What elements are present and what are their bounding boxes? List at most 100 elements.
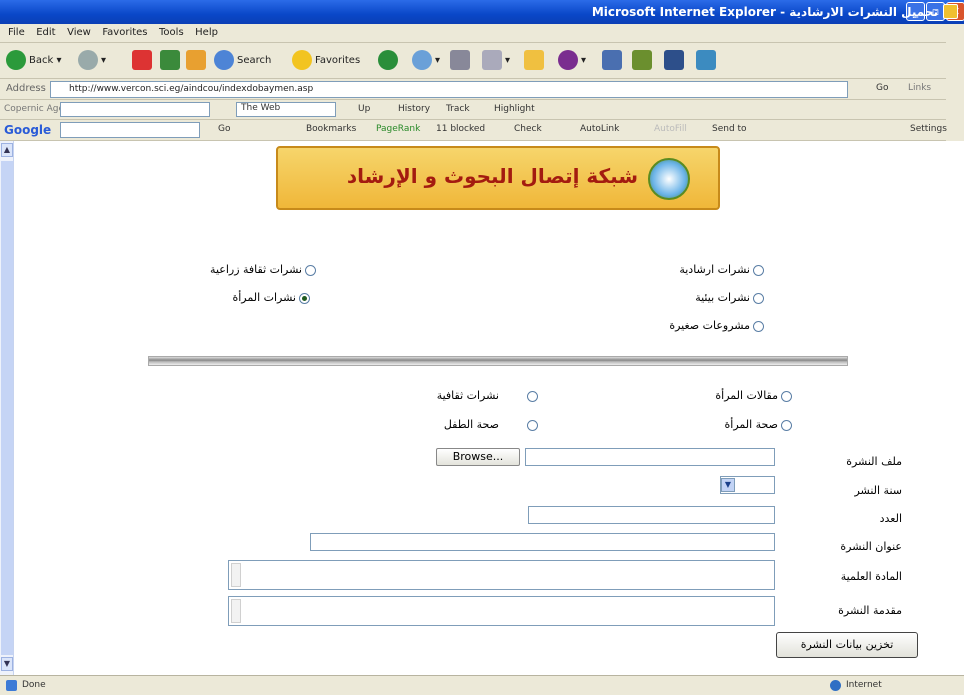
print-button[interactable]	[450, 49, 473, 73]
menu-tools[interactable]: Tools	[159, 27, 184, 38]
track-button[interactable]: Track	[446, 104, 470, 114]
subject-textarea[interactable]	[228, 560, 775, 590]
radio-button[interactable]	[781, 390, 792, 402]
status-bar: Done Internet	[0, 675, 964, 695]
status-text: Done	[22, 680, 46, 690]
media-button[interactable]	[378, 49, 401, 73]
toolbar-extra-icon	[632, 50, 652, 70]
window-title: تحميل النشرات الارشادية - Microsoft Inte…	[591, 5, 938, 19]
save-bulletin-button[interactable]: تخزين بيانات النشرة	[776, 632, 918, 658]
banner-title: شبكة إتصال البحوث و الإرشاد	[346, 164, 638, 188]
stop-icon	[132, 50, 152, 70]
globe-icon	[830, 680, 841, 691]
menu-edit[interactable]: Edit	[36, 27, 55, 38]
radio-button[interactable]	[305, 264, 316, 276]
mail-icon	[412, 50, 432, 70]
issue-number-label: العدد	[879, 512, 902, 525]
tool-button-1[interactable]	[602, 49, 625, 73]
highlight-button[interactable]: Highlight	[494, 104, 535, 114]
textarea-scrollbar[interactable]	[231, 563, 241, 587]
scroll-thumb[interactable]	[1, 161, 13, 655]
edit-button[interactable]: ▾	[482, 49, 510, 73]
category-option[interactable]: نشرات بيئية	[695, 291, 764, 304]
home-button[interactable]	[186, 49, 209, 73]
google-logo: Google	[4, 123, 52, 137]
sendto-button[interactable]: Send to	[712, 124, 747, 134]
mail-button[interactable]: ▾	[412, 49, 440, 73]
radio-button-selected[interactable]	[299, 292, 310, 304]
category-option[interactable]: مشروعات صغيرة	[669, 319, 764, 332]
subcategory-option[interactable]: صحة الطفل	[444, 418, 538, 431]
file-path-input[interactable]	[525, 448, 775, 466]
favorites-button[interactable]: Favorites	[292, 49, 360, 73]
refresh-button[interactable]	[160, 49, 183, 73]
links-button[interactable]: Links	[908, 83, 931, 93]
address-input[interactable]: http://www.vercon.sci.eg/aindcou/indexdo…	[50, 81, 848, 98]
pagerank-indicator: PageRank	[376, 124, 421, 134]
edit-icon	[482, 50, 502, 70]
ie-icon	[943, 4, 958, 19]
go-button[interactable]: Go	[876, 83, 888, 93]
up-button[interactable]: Up	[358, 104, 370, 114]
settings-button[interactable]: Settings	[910, 124, 947, 134]
chevron-down-icon[interactable]: ▼	[721, 478, 735, 492]
bookmarks-button[interactable]: Bookmarks	[306, 124, 356, 134]
year-label: سنة النشر	[854, 484, 902, 497]
scroll-up-arrow-icon[interactable]: ▲	[1, 143, 13, 157]
category-option[interactable]: نشرات ارشادية	[679, 263, 764, 276]
browse-button[interactable]: Browse...	[436, 448, 520, 466]
web-scope-select[interactable]: The Web	[236, 102, 336, 117]
folder-button[interactable]	[524, 49, 547, 73]
title-bar: _ ▫ ✕ تحميل النشرات الارشادية - Microsof…	[0, 0, 964, 24]
spellcheck-button[interactable]: Check	[514, 124, 542, 134]
menu-bar: File Edit View Favorites Tools Help	[0, 24, 946, 43]
autolink-button[interactable]: AutoLink	[580, 124, 619, 134]
section-divider	[148, 356, 848, 366]
menu-help[interactable]: Help	[195, 27, 218, 38]
copernic-search-input[interactable]	[60, 102, 210, 117]
subcategory-option[interactable]: نشرات ثقافية	[437, 389, 538, 402]
stop-button[interactable]	[132, 49, 155, 73]
google-search-input[interactable]	[60, 122, 200, 138]
vertical-scrollbar[interactable]: ▲ ▼	[0, 141, 14, 675]
issue-number-input[interactable]	[528, 506, 775, 524]
radio-button[interactable]	[753, 264, 764, 276]
tool-button-3[interactable]	[664, 49, 687, 73]
bulletin-title-input[interactable]	[310, 533, 775, 551]
intro-textarea[interactable]	[228, 596, 775, 626]
radio-button[interactable]	[753, 292, 764, 304]
refresh-icon	[160, 50, 180, 70]
textarea-scrollbar[interactable]	[231, 599, 241, 623]
back-button[interactable]: Back ▾	[6, 49, 61, 73]
address-bar: Address http://www.vercon.sci.eg/aindcou…	[0, 79, 946, 100]
autofill-button[interactable]: AutoFill	[654, 124, 687, 134]
address-label: Address	[6, 83, 46, 94]
popup-blocker-button[interactable]: 11 blocked	[436, 124, 485, 134]
category-option[interactable]: نشرات ثقافة زراعية	[210, 263, 316, 276]
history-button[interactable]: History	[398, 104, 430, 114]
menu-file[interactable]: File	[8, 27, 25, 38]
search-button[interactable]: Search	[214, 49, 271, 73]
menu-favorites[interactable]: Favorites	[102, 27, 147, 38]
menu-view[interactable]: View	[67, 27, 91, 38]
messenger-button[interactable]: ▾	[558, 49, 586, 73]
scroll-down-arrow-icon[interactable]: ▼	[1, 657, 13, 671]
toolbar-extra-icon	[602, 50, 622, 70]
subcategory-option[interactable]: مقالات المرأة	[715, 389, 792, 402]
back-arrow-icon	[6, 50, 26, 70]
google-go-button[interactable]: Go	[218, 124, 230, 134]
radio-button[interactable]	[753, 320, 764, 332]
home-icon	[186, 50, 206, 70]
tool-button-2[interactable]	[632, 49, 655, 73]
print-icon	[450, 50, 470, 70]
standard-toolbar: Back ▾ ▾ Search Favorites ▾ ▾ ▾	[0, 43, 946, 79]
radio-button[interactable]	[527, 390, 538, 402]
category-option-selected[interactable]: نشرات المرأة	[232, 291, 310, 304]
messenger-icon	[558, 50, 578, 70]
radio-button[interactable]	[781, 419, 792, 431]
radio-button[interactable]	[527, 419, 538, 431]
tool-button-4[interactable]	[696, 49, 719, 73]
forward-button[interactable]: ▾	[78, 49, 106, 73]
subject-label: المادة العلمية	[840, 570, 902, 583]
subcategory-option[interactable]: صحة المرأة	[725, 418, 792, 431]
